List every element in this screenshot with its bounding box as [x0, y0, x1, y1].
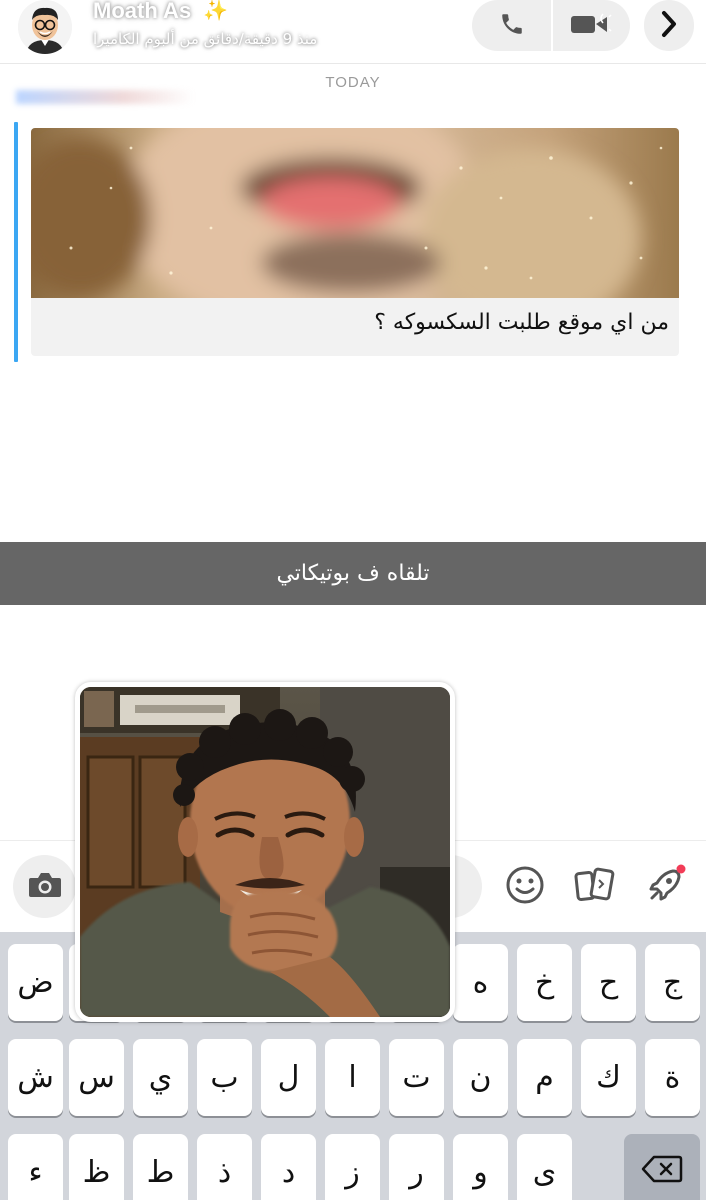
date-separator: TODAY [325, 74, 381, 91]
contact-name[interactable]: Moath As [93, 0, 191, 24]
smiley-icon [504, 864, 546, 910]
contact-status: منذ 9 دقيقة/دقائق من ألبوم الكاميرا [93, 30, 318, 48]
video-call-button[interactable] [553, 0, 630, 51]
key-kaf[interactable]: ك [581, 1039, 636, 1116]
key-lam[interactable]: ل [261, 1039, 316, 1116]
more-options-button[interactable] [644, 0, 694, 51]
sparkle-icon: ✨ [203, 0, 228, 22]
key-alef-maksura[interactable]: ى [517, 1134, 572, 1200]
key-thal[interactable]: ذ [197, 1134, 252, 1200]
laughing-man-sticker[interactable] [75, 682, 455, 1022]
camera-icon [27, 870, 63, 904]
key-seen[interactable]: س [69, 1039, 124, 1116]
key-hah[interactable]: ح [581, 944, 636, 1021]
key-khah[interactable]: خ [517, 944, 572, 1021]
key-waw[interactable]: و [453, 1134, 508, 1200]
key-teh-marbuta[interactable]: ة [645, 1039, 700, 1116]
key-meem[interactable]: م [517, 1039, 572, 1116]
media-caption: من اي موقع طلبت السكسوكه ؟ [374, 310, 669, 335]
key-dad[interactable]: ض [8, 944, 63, 1021]
key-tah[interactable]: ط [133, 1134, 188, 1200]
games-button[interactable] [643, 863, 687, 911]
blurred-face-photo[interactable] [31, 128, 679, 328]
backspace-key[interactable] [624, 1134, 700, 1200]
key-noon[interactable]: ن [453, 1039, 508, 1116]
bitmoji-avatar-icon[interactable] [18, 0, 72, 54]
reply-indicator-bar [14, 122, 18, 362]
chevron-right-icon [658, 9, 680, 43]
chat-header: Moath As ✨ منذ 9 دقيقة/دقائق من ألبوم ال… [0, 0, 706, 64]
phone-call-button[interactable] [472, 0, 551, 51]
key-zah[interactable]: ظ [69, 1134, 124, 1200]
key-dal[interactable]: د [261, 1134, 316, 1200]
key-reh[interactable]: ر [389, 1134, 444, 1200]
key-alef[interactable]: ا [325, 1039, 380, 1116]
blurred-sender-name [16, 90, 194, 104]
key-beh[interactable]: ب [197, 1039, 252, 1116]
key-teh[interactable]: ت [389, 1039, 444, 1116]
cards-button[interactable] [573, 865, 617, 909]
cards-icon [573, 864, 617, 910]
replied-media-card[interactable]: من اي موقع طلبت السكسوكه ؟ [31, 128, 679, 356]
rocket-icon [643, 863, 687, 911]
video-camera-icon [569, 11, 615, 41]
snap-caption-bar: تلقاه ف بوتيكاتي [0, 542, 706, 605]
key-sheen[interactable]: ش [8, 1039, 63, 1116]
phone-icon [499, 11, 525, 41]
backspace-icon [641, 1154, 683, 1192]
key-hamza[interactable]: ء [8, 1134, 63, 1200]
key-yeh[interactable]: ي [133, 1039, 188, 1116]
key-heh[interactable]: ه [453, 944, 508, 1021]
camera-button[interactable] [13, 855, 76, 918]
key-jeem[interactable]: ج [645, 944, 700, 1021]
key-zain[interactable]: ز [325, 1134, 380, 1200]
call-buttons [472, 0, 630, 51]
emoji-button[interactable] [503, 865, 547, 909]
